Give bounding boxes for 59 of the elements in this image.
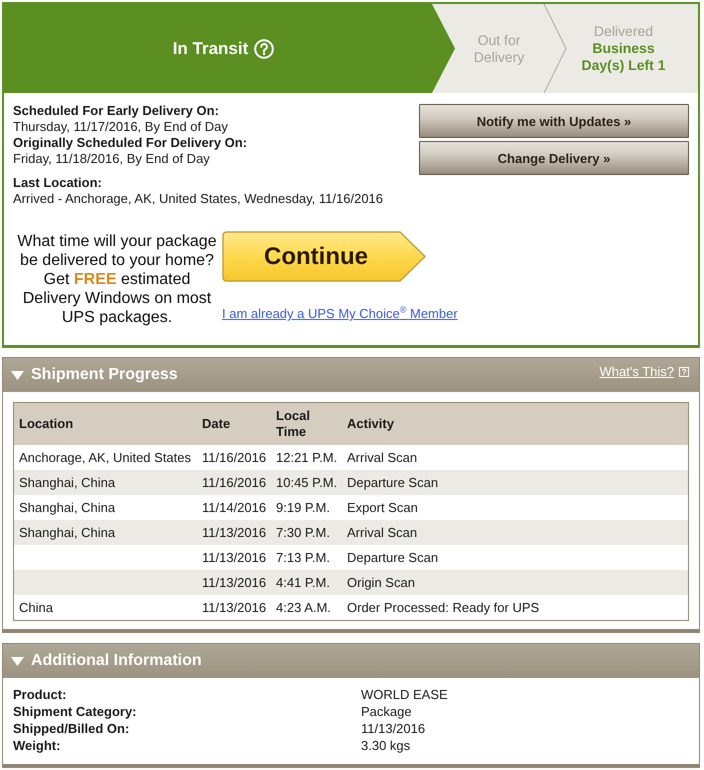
column-header: Location <box>18 416 74 432</box>
field-value: 3.30 kgs <box>361 737 412 754</box>
table-cell-text: 11/13/2016 <box>201 600 268 615</box>
column-header: Date <box>201 416 232 432</box>
continue-button[interactable]: Continue <box>222 231 426 282</box>
table-cell-text: Order Processed: Ready for UPS <box>346 600 540 615</box>
table-cell-text: Shanghai, China <box>18 475 116 490</box>
table-cell-text: 11/16/2016 <box>201 450 268 465</box>
step-label: In Transit <box>172 38 248 58</box>
table-cell-text: 11/13/2016 <box>201 575 268 590</box>
step-label: Delivered <box>594 23 654 40</box>
table-cell-text: 7:30 P.M. <box>275 525 331 540</box>
table-cell-text: 7:13 P.M. <box>275 550 331 565</box>
action-button[interactable]: Notify me with Updates » <box>419 104 689 138</box>
field-value: 11/13/2016 <box>361 720 426 737</box>
field-value: Package <box>361 703 413 720</box>
step-note: Business Day(s) Left 1 <box>580 40 667 74</box>
promo-text: What time will your package be delivered to your home? Get FREE estimated Delivery Windows on most UPS packages. <box>16 232 218 327</box>
location-label: Last Location: <box>13 175 103 191</box>
table-cell-text: 9:19 P.M. <box>275 500 331 515</box>
action-button[interactable]: Change Delivery » <box>419 141 689 175</box>
panel-title: Shipment Progress <box>31 366 178 384</box>
table-cell-text: 11/13/2016 <box>201 525 268 540</box>
table-cell-text: 11/16/2016 <box>201 475 268 490</box>
table-cell-text: 10:45 P.M. <box>275 475 338 490</box>
table-cell-text: Departure Scan <box>346 475 440 490</box>
delivery-label: Originally Scheduled For Delivery On: <box>13 135 248 151</box>
table-cell-text: Shanghai, China <box>18 500 116 515</box>
field-label: Shipped/Billed On: <box>13 720 130 737</box>
table-cell-text: Shanghai, China <box>18 525 116 540</box>
table-cell-text: Anchorage, AK, United States <box>18 450 192 465</box>
table-cell-text: Export Scan <box>346 500 419 515</box>
table-cell-text: China <box>18 600 54 615</box>
delivery-label: Scheduled For Early Delivery On: <box>13 103 220 119</box>
field-value: WORLD EASE <box>361 686 449 703</box>
table-cell-text: 4:23 A.M. <box>275 600 332 615</box>
caret-icon[interactable] <box>11 656 24 666</box>
location-value: Arrived - Anchorage, AK, United States, Wednesday, 11/16/2016 <box>13 191 384 207</box>
caret-icon[interactable] <box>11 370 24 380</box>
delivery-date: Thursday, 11/17/2016, By End of Day <box>13 119 229 135</box>
panel-title: Additional Information <box>31 652 202 670</box>
help-icon[interactable] <box>254 38 274 58</box>
field-label: Weight: <box>13 737 62 754</box>
table-cell-text: 12:21 P.M. <box>275 450 338 465</box>
table-cell-text: 11/13/2016 <box>201 550 268 565</box>
column-header: Activity <box>346 416 395 432</box>
table-cell-text: Origin Scan <box>346 575 416 590</box>
field-label: Product: <box>13 686 68 703</box>
table-cell-text: 4:41 P.M. <box>275 575 331 590</box>
table-cell-text: 11/14/2016 <box>201 500 268 515</box>
table-cell-text: Arrival Scan <box>346 450 418 465</box>
help-icon[interactable] <box>679 366 689 376</box>
delivery-date: Friday, 11/18/2016, By End of Day <box>13 151 211 167</box>
field-label: Shipment Category: <box>13 703 138 720</box>
column-header: Local Time <box>275 408 311 440</box>
table-cell-text: Arrival Scan <box>346 525 418 540</box>
my-choice-link[interactable]: I am already a UPS My Choice$^{®}$ Member <box>222 306 458 321</box>
table-cell-text: Departure Scan <box>346 550 440 565</box>
step-label: Out for Delivery <box>472 32 526 66</box>
